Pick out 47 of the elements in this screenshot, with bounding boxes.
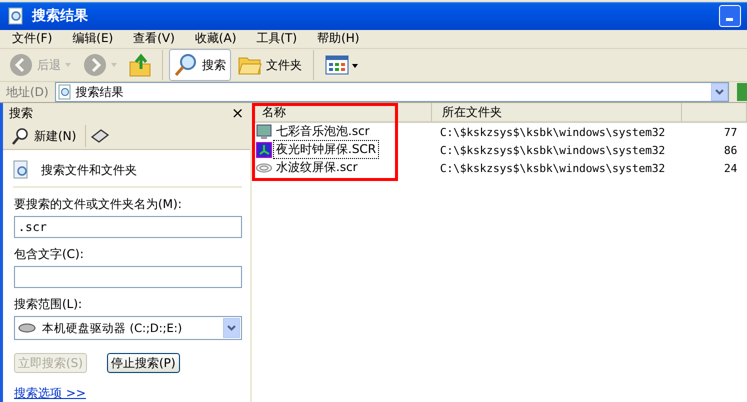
search-document-icon (58, 84, 72, 100)
search-icon (12, 127, 30, 145)
menu-item[interactable]: 编辑(E) (66, 30, 120, 48)
address-label: 地址(D) (6, 84, 49, 100)
table-cell-text: C:\$kskzsys$\ksbk\windows\system32 (439, 124, 666, 140)
caret-icon (111, 63, 117, 67)
search-button[interactable]: 搜索 (169, 49, 231, 81)
chevron-down-icon (227, 325, 236, 331)
folders-button[interactable]: 文件夹 (233, 49, 307, 81)
file-name-field[interactable]: .scr (14, 216, 242, 238)
table-cell-text: C:\$kskzsys$\ksbk\windows\system32 (439, 142, 666, 158)
menu-item[interactable]: 收藏(A) (188, 30, 242, 48)
hard-drive-icon (18, 323, 36, 333)
pane-title: 搜索 (9, 104, 33, 122)
pane-heading: 搜索文件和文件夹 (41, 162, 137, 178)
menu-item[interactable]: 查看(V) (127, 30, 181, 48)
text-field[interactable] (14, 266, 242, 288)
search-icon (174, 53, 198, 77)
table-cell-text: C:\$kskzsys$\ksbk\windows\system32 (439, 160, 666, 176)
close-button[interactable]: × (231, 104, 244, 122)
clock-icon (256, 142, 272, 158)
table-cell-text: 77 (723, 124, 738, 140)
stop-search-button[interactable]: 停止搜索(P) (106, 353, 180, 373)
column-header[interactable]: 所在文件夹 (432, 103, 682, 123)
search-options-link[interactable]: 搜索选项 >> (14, 385, 242, 402)
field-label: 要搜索的文件或文件夹名为(M): (14, 196, 183, 213)
menu-item[interactable]: 工具(T) (250, 30, 304, 48)
monitor-icon (256, 124, 272, 140)
file-name[interactable]: 夜光时钟屏保.SCR (274, 141, 378, 158)
search-document-icon (8, 7, 24, 26)
table-cell-text: 86 (723, 142, 738, 158)
dropdown-button[interactable] (711, 83, 728, 101)
chevron-down-icon (715, 89, 724, 95)
file-name[interactable]: 水波纹屏保.scr (274, 159, 360, 176)
window-title: 搜索结果 (32, 7, 88, 26)
field-label: 包含文字(C): (14, 246, 85, 263)
scope-dropdown[interactable]: 本机硬盘驱动器 (C:;D:;E:) (14, 316, 242, 340)
folder-up-icon (129, 53, 151, 77)
field-label: 搜索范围(L): (14, 296, 84, 313)
address-field[interactable]: 搜索结果 (54, 82, 729, 102)
table-cell-text: 24 (723, 160, 738, 176)
caret-icon (65, 63, 71, 67)
views-grid-icon (325, 55, 359, 75)
minimize-button[interactable] (719, 5, 741, 28)
file-name[interactable]: 七彩音乐泡泡.scr (274, 123, 372, 140)
menu-item[interactable]: 文件(F) (6, 30, 58, 48)
menu-item[interactable]: 帮助(H) (311, 30, 366, 48)
